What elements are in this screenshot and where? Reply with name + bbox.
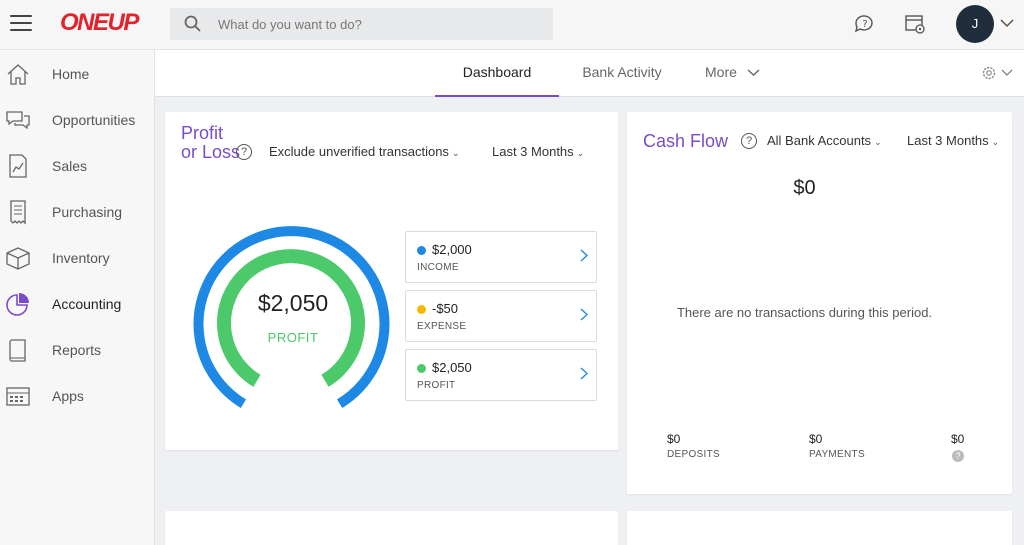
box-icon: [6, 247, 30, 270]
chevron-down-icon: [747, 69, 760, 76]
income-label: INCOME: [417, 262, 459, 273]
bank-accounts-dropdown[interactable]: All Bank Accounts ⌄: [767, 133, 882, 148]
sidebar-item-opportunities[interactable]: Opportunities: [0, 96, 154, 142]
profit-row[interactable]: $2,050 PROFIT: [405, 349, 597, 401]
transactions-filter-dropdown[interactable]: Exclude unverified transactions ⌄: [269, 144, 459, 159]
profit-loss-card: Profit or Loss ? Exclude unverified tran…: [165, 112, 618, 450]
chevron-down-icon[interactable]: [1000, 18, 1014, 28]
transactions-filter-label: Exclude unverified transactions: [269, 144, 449, 159]
receipt-icon: [10, 200, 26, 225]
search-icon: [184, 15, 201, 32]
profit-label: PROFIT: [417, 380, 456, 391]
gauge-label: PROFIT: [267, 330, 319, 345]
book-icon: [9, 339, 26, 362]
sidebar-item-label: Home: [52, 66, 90, 82]
sidebar-item-sales[interactable]: Sales: [0, 142, 154, 188]
search-bar[interactable]: [170, 8, 553, 40]
help-icon[interactable]: ?: [236, 144, 252, 160]
sidebar-item-label: Inventory: [52, 250, 110, 266]
sidebar-item-home[interactable]: Home: [0, 50, 154, 96]
expense-label: EXPENSE: [417, 321, 467, 332]
period-dropdown[interactable]: Last 3 Months ⌄: [492, 144, 584, 159]
sidebar-item-label: Reports: [52, 342, 102, 358]
gauge-amount: $2,050: [257, 290, 329, 316]
help-icon[interactable]: ?: [952, 450, 964, 462]
cash-flow-card: Cash Flow ? All Bank Accounts ⌄ Last 3 Mo…: [627, 112, 1012, 494]
gear-icon[interactable]: [981, 65, 1015, 81]
chat-bubbles-icon: [6, 111, 30, 130]
top-bar: ONEUP ? J: [0, 0, 1024, 50]
sidebar: Home Opportunities Sales Purchasing Inve…: [0, 50, 155, 545]
profit-amount: $2,050: [432, 360, 472, 375]
period-dropdown[interactable]: Last 3 Months ⌄: [907, 133, 999, 148]
period-label: Last 3 Months: [492, 144, 574, 159]
sidebar-item-purchasing[interactable]: Purchasing: [0, 188, 154, 234]
expense-dot: [417, 305, 426, 314]
sidebar-item-label: Sales: [52, 158, 88, 174]
expense-row[interactable]: -$50 EXPENSE: [405, 290, 597, 342]
help-icon[interactable]: ?: [741, 133, 757, 149]
sidebar-item-inventory[interactable]: Inventory: [0, 234, 154, 280]
bank-accounts-label: All Bank Accounts: [767, 133, 872, 148]
net-stat: $0 ?: [951, 432, 964, 464]
tab-dashboard[interactable]: Dashboard: [435, 50, 559, 97]
home-icon: [7, 64, 29, 85]
deposits-value: $0: [667, 432, 681, 446]
caret-down-icon: ⌄: [991, 137, 1000, 147]
sidebar-item-apps[interactable]: Apps: [0, 372, 154, 418]
caret-down-icon: ⌄: [874, 137, 882, 147]
tab-bank-activity[interactable]: Bank Activity: [565, 50, 679, 97]
bottom-left-card: [165, 511, 618, 545]
oneup-logo[interactable]: ONEUP: [60, 9, 139, 37]
svg-text:?: ?: [862, 19, 867, 30]
hamburger-menu-icon[interactable]: [10, 15, 32, 33]
profit-dot: [417, 364, 426, 373]
tabs-bar: Dashboard Bank Activity More: [155, 50, 1024, 97]
payments-value: $0: [809, 432, 823, 446]
empty-message: There are no transactions during this pe…: [676, 305, 933, 320]
chevron-right-icon: [580, 367, 588, 380]
payments-stat: $0 PAYMENTS: [809, 432, 865, 460]
sidebar-item-label: Accounting: [52, 296, 122, 312]
cash-flow-title: Cash Flow: [643, 131, 729, 151]
tab-more-label: More: [705, 64, 737, 80]
income-row[interactable]: $2,000 INCOME: [405, 231, 597, 283]
calendar-settings-icon[interactable]: [903, 12, 927, 36]
tab-more[interactable]: More: [705, 50, 775, 97]
sales-chart-icon: [9, 154, 27, 178]
chevron-right-icon: [580, 308, 588, 321]
cash-flow-total: $0: [793, 177, 816, 199]
pie-chart-icon: [6, 293, 29, 316]
user-avatar[interactable]: J: [956, 5, 994, 43]
expense-amount: -$50: [432, 301, 459, 316]
help-chat-icon[interactable]: ?: [853, 12, 877, 36]
deposits-stat: $0 DEPOSITS: [667, 432, 720, 460]
income-amount: $2,000: [432, 242, 472, 257]
apps-grid-icon: [6, 387, 30, 406]
sidebar-item-reports[interactable]: Reports: [0, 326, 154, 372]
search-input[interactable]: [218, 8, 538, 40]
deposits-label: DEPOSITS: [667, 449, 720, 460]
period-label: Last 3 Months: [907, 133, 989, 148]
caret-down-icon: ⌄: [451, 148, 460, 158]
chevron-right-icon: [580, 249, 588, 262]
net-value: $0: [951, 432, 965, 446]
sidebar-item-label: Apps: [52, 388, 84, 404]
profit-loss-title: Profit or Loss: [181, 123, 241, 162]
income-dot: [417, 246, 426, 255]
caret-down-icon: ⌄: [576, 148, 585, 158]
sidebar-item-label: Opportunities: [52, 112, 136, 128]
sidebar-item-accounting[interactable]: Accounting: [0, 280, 154, 326]
sidebar-item-label: Purchasing: [52, 204, 123, 220]
payments-label: PAYMENTS: [809, 449, 865, 460]
bottom-right-card: [627, 511, 1012, 545]
